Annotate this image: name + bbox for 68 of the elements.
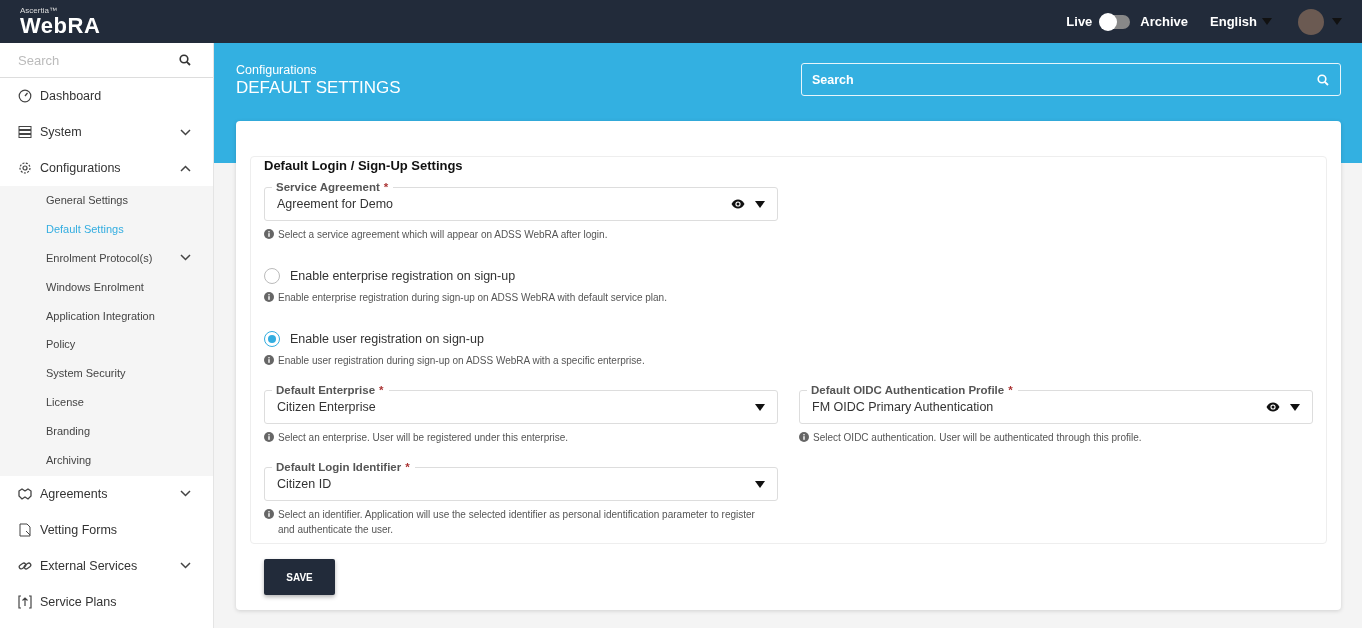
search-field[interactable]: Search [801,63,1341,96]
sidebar-item[interactable]: Dashboard [0,78,213,114]
save-button[interactable]: SAVE [264,559,335,595]
hint-text: Select OIDC authentication. User will be authenticated through this profile. [813,431,1142,445]
info-icon [264,355,274,365]
info-icon [264,509,274,519]
sidebar-subitem[interactable]: Archiving [0,445,213,474]
chevron-down-icon [180,562,191,570]
sidebar-item[interactable]: Vetting Forms [0,511,213,548]
hint-text: Enable user registration during sign-up on ADSS WebRA with a specific enterprise. [278,354,645,368]
sidebar-subitem[interactable]: Enrolment Protocol(s) [0,243,213,273]
chevron-down-icon [180,490,191,498]
language-menu[interactable]: English [1210,14,1272,29]
toggle-knob[interactable] [1099,12,1118,31]
dropdown-caret-icon [1290,403,1300,411]
hint-text: Select an enterprise. User will be registered under this enterprise. [278,431,569,445]
server-icon [18,125,32,139]
hint-text: Enable enterprise registration during sign-up on ADSS WebRA with default service plan. [278,291,667,305]
info-icon [264,432,274,442]
field-label: Default OIDC Authentication Profile * [807,383,1018,397]
chevron-down-icon [180,128,191,136]
hint-text: Select an identifier. Application will use the selected identifier as personal identification parameter to register and authenticate the user. [278,508,756,537]
info-icon [264,292,274,302]
radio-label[interactable]: Enable user registration on sign-up [290,332,484,346]
sidebar-subitem[interactable]: License [0,387,213,417]
sidebar-item[interactable]: Configurations [0,150,213,186]
page-title: DEFAULT SETTINGS [236,78,401,98]
gear-icon [18,161,32,175]
sidebar-item[interactable]: External Services [0,547,213,584]
live-label: Live [1066,14,1093,29]
field-label: Default Enterprise * [272,383,389,397]
gauge-icon [18,89,32,103]
field-label: Service Agreement * [272,180,394,194]
search-icon [179,54,191,66]
sidebar-subitem[interactable]: Branding [0,416,213,446]
chevron-up-icon [180,164,191,172]
app-logo: WebRA [20,14,101,37]
sidebar-item[interactable]: Service Plans [0,583,213,620]
form-icon [18,522,32,537]
plan-icon [18,594,32,609]
chevron-down-icon [180,254,191,262]
radio-button[interactable] [264,268,280,284]
sidebar-subitem[interactable]: System Security [0,358,213,388]
handshake-icon [18,486,32,501]
search-icon [1317,74,1329,86]
dropdown-caret-icon [755,480,765,488]
sidebar-subitem[interactable]: Application Integration [0,301,213,330]
sidebar-subitem[interactable]: General Settings [0,186,213,215]
sidebar-subitem[interactable]: Policy [0,330,213,359]
info-icon [799,432,809,442]
sidebar-item[interactable]: Agreements [0,475,213,512]
archive-label: Archive [1140,14,1189,29]
sidebar-item[interactable]: System [0,114,213,150]
eye-icon[interactable] [731,199,745,209]
vendor-name: Ascertia™ [20,6,58,15]
hint-text: Select a service agreement which will appear on ADSS WebRA after login. [278,228,608,242]
user-menu-caret-icon [1332,18,1342,25]
radio-label[interactable]: Enable enterprise registration on sign-up [290,269,516,283]
dropdown-caret-icon [755,403,765,411]
info-icon [264,229,274,239]
caret-icon [1262,18,1272,25]
eye-icon[interactable] [1266,402,1280,412]
dropdown-caret-icon [755,200,765,208]
live-archive-toggle[interactable] [1100,14,1131,29]
radio-button[interactable] [264,331,280,347]
sidebar-subitem[interactable]: Windows Enrolment [0,272,213,302]
breadcrumb: Configurations [236,63,318,77]
field-label: Default Login Identifier * [272,460,415,474]
